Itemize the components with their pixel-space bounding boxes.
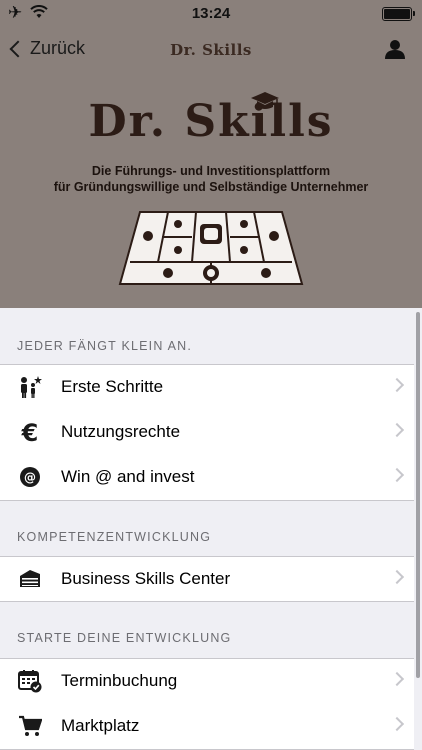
menu-item-win-and-invest[interactable]: @ Win @ and invest: [0, 455, 414, 500]
business-model-canvas-illustration: [118, 211, 304, 285]
at-sign-icon: @: [20, 467, 40, 487]
chevron-right-icon: [389, 422, 405, 438]
status-bar: ✈ 13:24: [0, 0, 422, 28]
divider: [0, 601, 414, 602]
menu-item-label: Marktplatz: [61, 716, 140, 735]
scrollbar[interactable]: [416, 312, 420, 678]
menu-item-business-skills-center[interactable]: Business Skills Center: [0, 557, 414, 602]
menu-item-label: Business Skills Center: [61, 569, 231, 588]
battery-icon: [382, 7, 415, 21]
graduation-cap-icon: [251, 92, 279, 109]
menu-item-marktplatz[interactable]: Marktplatz: [0, 704, 414, 749]
svg-text:@: @: [24, 471, 36, 485]
chevron-right-icon: [389, 467, 405, 483]
menu-item-label: Erste Schritte: [61, 377, 164, 396]
hero-subtitle-line1: Die Führungs- und Investitionsplattform: [91, 164, 331, 178]
shopping-cart-icon: [19, 715, 42, 736]
menu-list: JEDER FÄNGT KLEIN AN. Erste Schritte € N…: [0, 308, 422, 750]
hero-banner: Dr. Skills Die Führungs- und Investition…: [0, 72, 422, 308]
section-header: JEDER FÄNGT KLEIN AN.: [17, 339, 193, 353]
calendar-check-icon: [18, 670, 42, 693]
navigation-bar: Zurück Dr. Skills: [0, 28, 422, 72]
menu-item-erste-schritte[interactable]: Erste Schritte: [0, 365, 414, 410]
menu-item-label: Win @ and invest: [61, 467, 195, 486]
divider: [0, 500, 414, 501]
nav-title: Dr. Skills: [170, 41, 252, 59]
chevron-right-icon: [389, 569, 405, 585]
chevron-right-icon: [389, 671, 405, 687]
section-header: STARTE DEINE ENTWICKLUNG: [17, 631, 232, 645]
hero-subtitle-line2: für Gründungswillige und Selbständige Un…: [53, 180, 369, 194]
building-icon: [20, 570, 40, 587]
user-profile-icon[interactable]: [384, 38, 406, 60]
svg-text:€: €: [21, 420, 39, 444]
menu-item-label: Nutzungsrechte: [61, 422, 181, 441]
chevron-right-icon: [389, 716, 405, 732]
people-growth-icon: [21, 376, 42, 398]
chevron-right-icon: [389, 377, 405, 393]
euro-icon: €: [21, 420, 39, 444]
menu-item-terminbuchung[interactable]: Terminbuchung: [0, 659, 414, 704]
section-header: KOMPETENZENTWICKLUNG: [17, 530, 212, 544]
menu-item-label: Terminbuchung: [61, 671, 178, 690]
status-time: 13:24: [191, 5, 231, 22]
brand-logo-text: Dr. Skills: [88, 96, 334, 147]
menu-item-nutzungsrechte[interactable]: € Nutzungsrechte: [0, 410, 414, 455]
